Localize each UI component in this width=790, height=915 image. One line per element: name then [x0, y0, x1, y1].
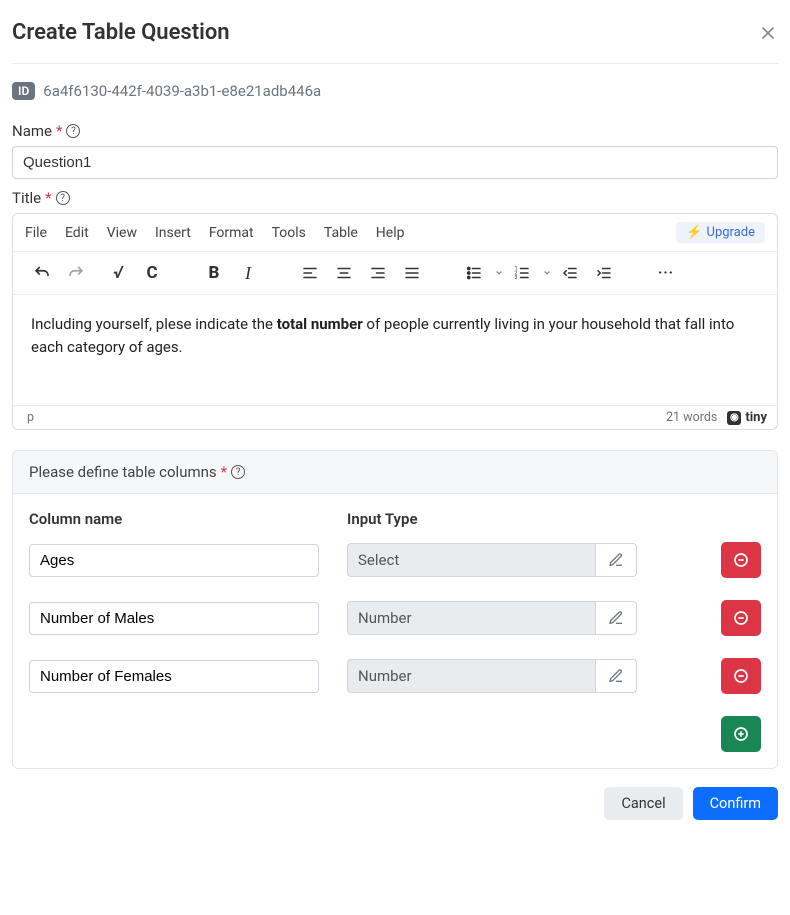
input-type-display: Select — [347, 543, 595, 577]
help-icon[interactable]: ? — [231, 465, 245, 479]
code-button[interactable]: C — [137, 258, 167, 288]
name-label: Name — [12, 122, 52, 140]
numbered-list-button[interactable]: 123 — [507, 258, 537, 288]
title-label: Title — [12, 189, 41, 207]
bullet-list-button[interactable] — [459, 258, 489, 288]
bolt-icon: ⚡ — [686, 225, 702, 240]
editor-content[interactable]: Including yourself, plese indicate the t… — [13, 295, 777, 405]
column-header-type: Input Type — [347, 510, 637, 528]
id-value: 6a4f6130-442f-4039-a3b1-e8e21adb446a — [43, 82, 321, 100]
column-row: Number — [29, 658, 761, 694]
menu-view[interactable]: View — [107, 225, 137, 241]
section-label: Please define table columns — [29, 463, 217, 481]
undo-button[interactable] — [27, 258, 57, 288]
edit-type-button[interactable] — [595, 659, 637, 693]
remove-column-button[interactable] — [721, 542, 761, 578]
tiny-logo[interactable]: ◉ tiny — [727, 410, 767, 425]
column-row: Select — [29, 542, 761, 578]
indent-button[interactable] — [589, 258, 619, 288]
chevron-down-icon[interactable] — [493, 265, 503, 281]
menu-tools[interactable]: Tools — [272, 225, 306, 241]
name-input[interactable] — [12, 146, 778, 179]
status-words: 21 words — [666, 410, 717, 425]
menu-file[interactable]: File — [25, 225, 47, 241]
add-column-button[interactable] — [721, 716, 761, 752]
status-path[interactable]: p — [23, 410, 34, 425]
rich-text-editor: File Edit View Insert Format Tools Table… — [12, 213, 778, 430]
id-badge: ID — [12, 82, 35, 100]
align-center-button[interactable] — [329, 258, 359, 288]
bold-button[interactable]: B — [199, 258, 229, 288]
upgrade-button[interactable]: ⚡ Upgrade — [676, 222, 765, 243]
svg-text:3: 3 — [515, 275, 518, 281]
column-row: Number — [29, 600, 761, 636]
required-marker: * — [56, 122, 62, 140]
more-button[interactable]: ··· — [651, 258, 681, 288]
content-bold: total number — [277, 315, 363, 333]
tiny-mark-icon: ◉ — [727, 411, 741, 425]
input-type-display: Number — [347, 659, 595, 693]
column-header-name: Column name — [29, 510, 319, 528]
help-icon[interactable]: ? — [66, 124, 80, 138]
column-name-input[interactable] — [29, 660, 319, 693]
redo-button[interactable] — [61, 258, 91, 288]
tiny-logo-text: tiny — [745, 410, 767, 425]
column-name-input[interactable] — [29, 602, 319, 635]
edit-type-button[interactable] — [595, 543, 637, 577]
content-text: Including yourself, plese indicate the — [31, 315, 277, 333]
outdent-button[interactable] — [555, 258, 585, 288]
menu-format[interactable]: Format — [209, 225, 254, 241]
italic-button[interactable]: I — [233, 258, 263, 288]
menu-help[interactable]: Help — [376, 225, 405, 241]
edit-type-button[interactable] — [595, 601, 637, 635]
align-left-button[interactable] — [295, 258, 325, 288]
remove-column-button[interactable] — [721, 658, 761, 694]
math-button[interactable]: √ — [103, 258, 133, 288]
align-right-button[interactable] — [363, 258, 393, 288]
menu-table[interactable]: Table — [324, 225, 358, 241]
menu-edit[interactable]: Edit — [65, 225, 89, 241]
input-type-display: Number — [347, 601, 595, 635]
confirm-button[interactable]: Confirm — [693, 787, 778, 820]
chevron-down-icon[interactable] — [541, 265, 551, 281]
modal-title: Create Table Question — [12, 20, 230, 45]
cancel-button[interactable]: Cancel — [604, 787, 682, 820]
required-marker: * — [45, 189, 51, 207]
close-button[interactable] — [758, 23, 778, 43]
column-name-input[interactable] — [29, 544, 319, 577]
help-icon[interactable]: ? — [56, 191, 70, 205]
menu-insert[interactable]: Insert — [155, 225, 191, 241]
align-justify-button[interactable] — [397, 258, 427, 288]
upgrade-label: Upgrade — [707, 225, 755, 240]
required-marker: * — [221, 463, 227, 481]
remove-column-button[interactable] — [721, 600, 761, 636]
